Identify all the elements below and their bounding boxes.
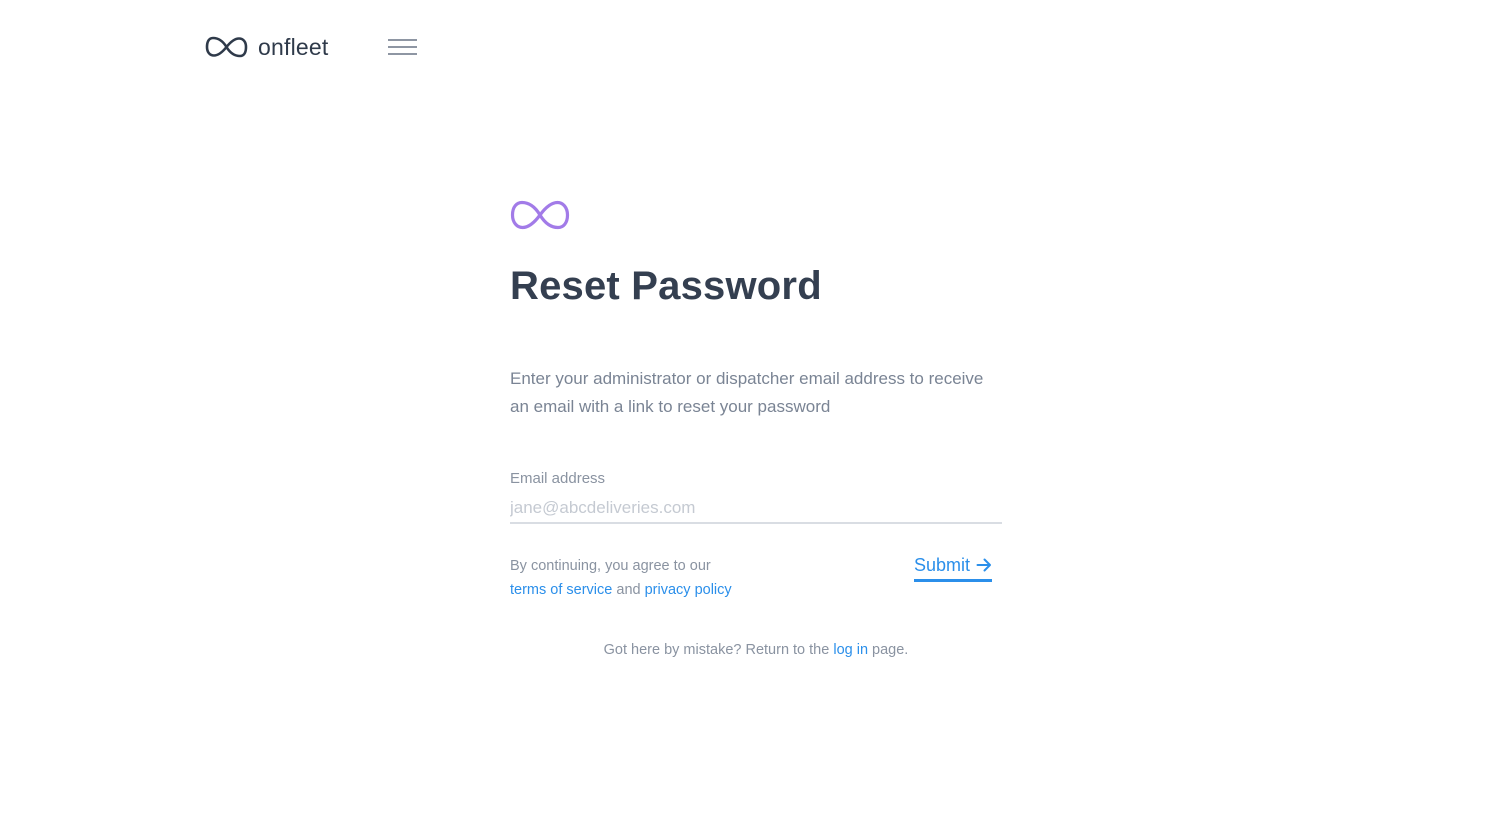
email-label: Email address — [510, 470, 606, 487]
arrow-right-icon — [976, 558, 991, 572]
brand-name: onfleet — [258, 33, 329, 60]
infinity-icon — [205, 36, 248, 58]
email-field[interactable] — [510, 494, 1002, 524]
consent-text: By continuing, you agree to our terms of… — [510, 554, 732, 602]
page-title: Reset Password — [510, 264, 822, 308]
log-in-link[interactable]: log in — [833, 642, 868, 658]
footer-suffix: page. — [872, 642, 909, 658]
menu-line — [388, 53, 417, 55]
form-actions: By continuing, you agree to our terms of… — [510, 554, 1002, 604]
brand-logo-link[interactable]: onfleet — [205, 33, 328, 61]
submit-label: Submit — [913, 555, 970, 575]
submit-button[interactable]: Submit — [913, 554, 992, 582]
terms-of-service-link[interactable]: terms of service — [510, 582, 612, 598]
return-to-login-note: Got here by mistake? Return to the log i… — [0, 640, 1512, 660]
reset-password-card: Reset Password Enter your administrator … — [510, 198, 1002, 604]
consent-and: and — [616, 582, 641, 598]
footer-prefix: Got here by mistake? Return to the — [603, 642, 830, 658]
menu-line — [388, 46, 417, 48]
hamburger-menu-icon[interactable] — [388, 39, 418, 55]
instructions-text: Enter your administrator or dispatcher e… — [510, 369, 984, 416]
consent-prefix: By continuing, you agree to our — [510, 558, 711, 574]
menu-line — [388, 39, 417, 41]
privacy-policy-link[interactable]: privacy policy — [645, 582, 732, 598]
infinity-icon — [510, 200, 570, 230]
top-bar: onfleet — [0, 0, 1512, 94]
email-field-group: Email address — [510, 469, 1002, 524]
